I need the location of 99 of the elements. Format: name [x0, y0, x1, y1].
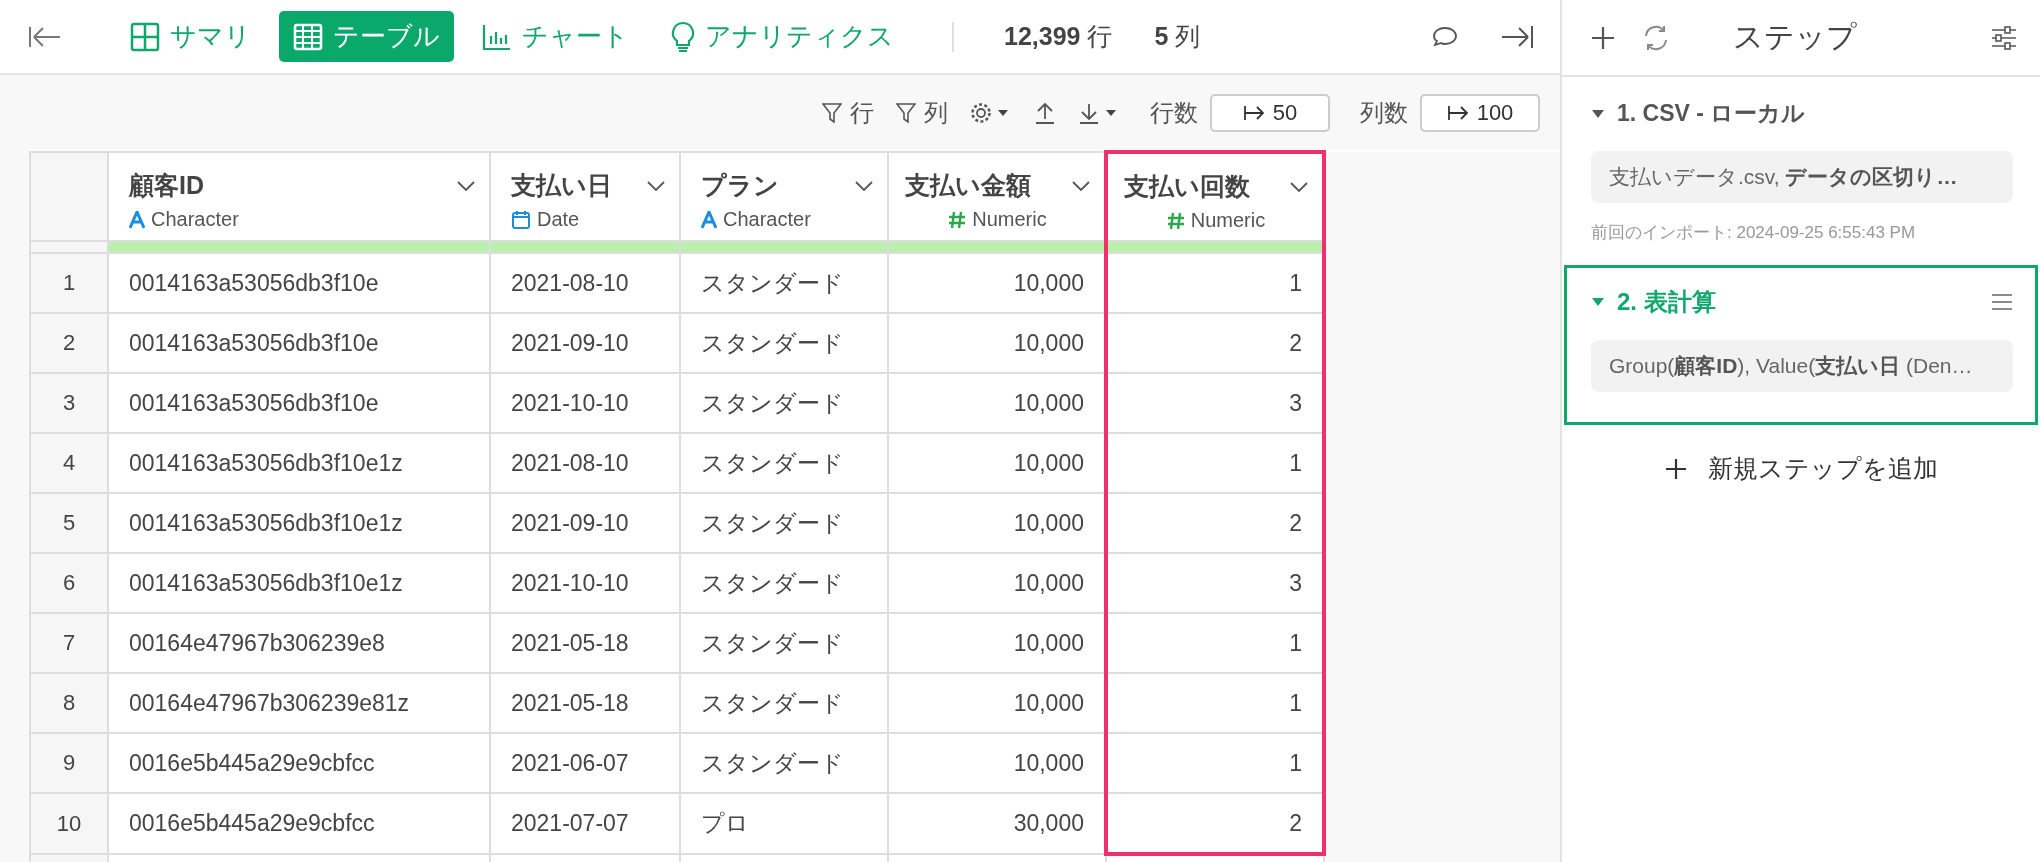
table-cell: 0014163a53056db3f10e: [108, 373, 490, 433]
row-number: 10: [30, 793, 108, 854]
hash-icon: [948, 210, 967, 229]
lightbulb-icon: [671, 20, 695, 53]
last-import-time: 前回のインポート: 2024-09-25 6:55:43 PM: [1591, 222, 1917, 244]
table-cell: 2021-10-10: [490, 553, 680, 613]
column-name: 支払い日: [511, 170, 612, 201]
table-cell: 00164e47967b306239e81z: [108, 673, 490, 733]
chevron-down-icon[interactable]: [647, 179, 665, 192]
table-cell: スタンダード: [680, 553, 888, 613]
column-name: 顧客ID: [129, 170, 204, 201]
row-number: 7: [30, 613, 108, 673]
row-number: 2: [30, 313, 108, 373]
table-cell: 2: [1106, 793, 1324, 854]
column-count: 5 列: [1154, 21, 1201, 52]
table-cell: スタンダード: [680, 253, 888, 313]
step-title: 2. 表計算: [1617, 287, 1716, 317]
table-cell: 2021-07-07: [490, 793, 680, 854]
table-cell: スタンダード: [680, 673, 888, 733]
table-cell: 0014163a53056db3f10e1z: [108, 493, 490, 553]
table-cell: スタンダード: [680, 613, 888, 673]
character-type-icon: [129, 210, 145, 229]
table-cell: 0014163a53056db3f10e: [108, 313, 490, 373]
table-cell: 2021-05-18: [490, 613, 680, 673]
column-type: Numeric: [972, 208, 1047, 231]
character-type-icon: [701, 210, 717, 229]
table-cell: 0014163a53056db3f10e1z: [108, 553, 490, 613]
step-summary: Group(顧客ID), Value(支払い日 (Den…: [1591, 340, 2013, 392]
row-filter-button[interactable]: 行: [822, 96, 874, 129]
step-card[interactable]: 2. 表計算 Group(顧客ID), Value(支払い日 (Den…: [1564, 265, 2038, 425]
table-cell: 00164e47967b306239e8: [108, 613, 490, 673]
table-cell: 0014163a53056db3f10e1z: [108, 433, 490, 493]
row-number: 9: [30, 733, 108, 793]
chevron-down-icon[interactable]: [1290, 180, 1308, 193]
row-number: 8: [30, 673, 108, 733]
row-number: 4: [30, 433, 108, 493]
collapse-right-icon[interactable]: [1500, 23, 1534, 50]
rows-label: 行数: [1150, 97, 1198, 128]
columns-input[interactable]: 100: [1420, 93, 1540, 132]
rows-input[interactable]: 50: [1210, 93, 1330, 132]
filter-icon: [822, 101, 842, 124]
table-cell: 0014163a53056db3f10e: [108, 253, 490, 313]
chevron-down-icon[interactable]: [1072, 179, 1090, 192]
row-number: 5: [30, 493, 108, 553]
table-cell: 10,000: [888, 253, 1106, 313]
column-type: Character: [151, 208, 239, 231]
refresh-icon[interactable]: [1642, 23, 1670, 52]
row-count: 12,399 行: [1004, 21, 1113, 52]
table-cell: スタンダード: [680, 733, 888, 793]
column-type: Date: [537, 208, 580, 231]
table-cell: 0016e5b445a29e9cbfcc: [108, 733, 490, 793]
add-icon[interactable]: [1590, 24, 1616, 51]
row-number: 6: [30, 553, 108, 613]
step-card[interactable]: 1. CSV - ローカル 支払いデータ.csv, データの区切り… 前回のインポート: 2024-09-25 6:55:43 PM: [1564, 77, 2038, 265]
caret-down-icon[interactable]: [1591, 108, 1605, 119]
chevron-down-icon[interactable]: [457, 179, 475, 192]
table-icon: [293, 21, 323, 52]
row-number: 3: [30, 373, 108, 433]
plus-icon: [1664, 456, 1688, 481]
menu-icon[interactable]: [1991, 293, 2013, 311]
column-header[interactable]: 顧客ID Character: [108, 152, 490, 241]
step-title: 1. CSV - ローカル: [1617, 99, 1806, 128]
table-cell: プロ: [680, 793, 888, 854]
table-cell: 2021-05-18: [490, 673, 680, 733]
table-cell: スタンダード: [680, 373, 888, 433]
table-cell: 2021-09-10: [490, 493, 680, 553]
table-cell: 0016e5b445a29e9cbfcc: [108, 793, 490, 854]
column-name: プラン: [701, 170, 779, 201]
column-name: 支払い金額: [905, 170, 1031, 201]
chevron-down-icon[interactable]: [855, 179, 873, 192]
arrow-right-bar-icon: [1446, 104, 1469, 121]
panel-title: ステップ: [1732, 19, 1858, 55]
column-name: 支払い回数: [1124, 171, 1250, 202]
table-cell: スタンダード: [680, 493, 888, 553]
table-cell: 2021-06-07: [490, 733, 680, 793]
row-number: 1: [30, 253, 108, 313]
column-filter-button[interactable]: 列: [896, 96, 948, 129]
step-summary: 支払いデータ.csv, データの区切り…: [1591, 151, 2013, 203]
caret-down-icon[interactable]: [1591, 297, 1605, 307]
column-type: Numeric: [1190, 209, 1266, 232]
table-cell: 2021-08-10: [490, 433, 680, 493]
column-type: Character: [723, 208, 811, 231]
calendar-icon: [511, 209, 531, 230]
hash-icon: [1166, 211, 1185, 230]
filter-icon: [896, 101, 916, 124]
collapse-left-icon[interactable]: [28, 24, 62, 49]
grid-icon: [130, 21, 160, 52]
add-step-button[interactable]: 新規ステップを追加: [1658, 451, 1944, 486]
table-cell: 2021-08-10: [490, 253, 680, 313]
settings-sliders-icon[interactable]: [1990, 24, 2018, 51]
columns-label: 列数: [1360, 97, 1408, 128]
table-cell: 1: [1106, 253, 1324, 313]
table-cell: 2021-10-10: [490, 373, 680, 433]
arrow-right-bar-icon: [1242, 104, 1265, 121]
comment-icon[interactable]: [1432, 25, 1458, 48]
upload-icon[interactable]: [1034, 100, 1056, 125]
table-cell: スタンダード: [680, 433, 888, 493]
table-cell: スタンダード: [680, 313, 888, 373]
table-cell: 2021-09-10: [490, 313, 680, 373]
